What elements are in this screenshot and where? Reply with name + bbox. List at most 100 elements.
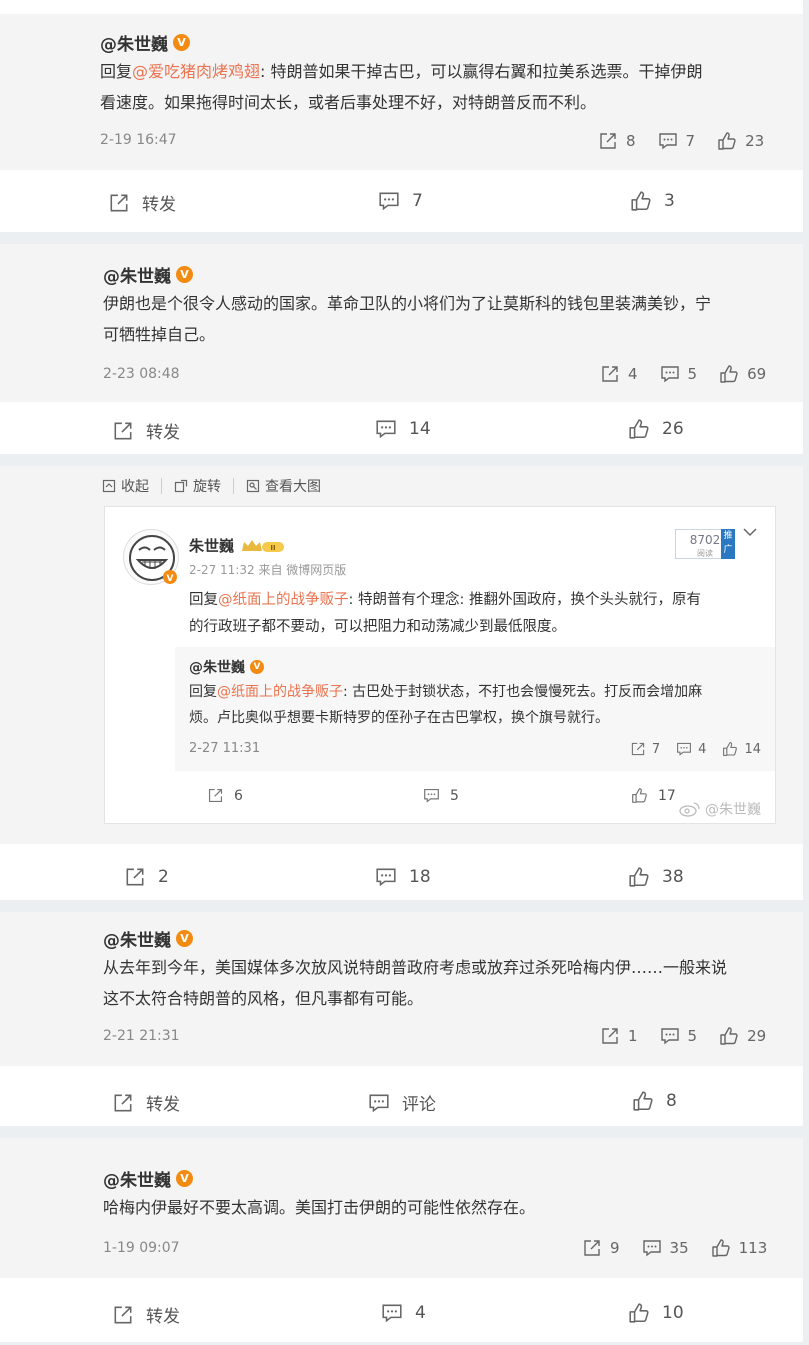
repost-count[interactable]: 9 <box>582 1238 620 1258</box>
repost-button[interactable]: 转发 <box>112 418 180 443</box>
author-name[interactable]: @朱世巍 V <box>103 1166 193 1191</box>
like-button[interactable]: 8 <box>632 1090 677 1112</box>
comment-text-line2: 可牺牲掉自己。 <box>103 325 216 344</box>
embedded-screenshot-image[interactable]: V 朱世巍 II 2-27 11:32 来自 微博网页版 8702 阅读 推广 … <box>104 506 776 824</box>
comment-timestamp: 2-21 21:31 <box>103 1028 180 1044</box>
thumbs-up-icon <box>630 190 652 212</box>
thumbs-up-icon <box>628 1302 650 1324</box>
comment-number: 7 <box>685 132 696 150</box>
comment-count[interactable]: 7 <box>658 131 696 151</box>
embed-like: 17 <box>631 787 676 804</box>
like-count: 14 <box>722 741 761 757</box>
repost-count[interactable]: 8 <box>598 131 636 151</box>
comment-icon <box>658 131 678 151</box>
repost-button[interactable]: 转发 <box>112 1302 180 1327</box>
svg-text:II: II <box>270 544 275 552</box>
quoted-author: @朱世巍 V <box>189 657 264 677</box>
comment-text: 伊朗也是个很令人感动的国家。革命卫队的小将们为了让莫斯科的钱包里装满美钞，宁 可… <box>103 288 793 350</box>
view-large-button[interactable]: 查看大图 <box>246 476 321 496</box>
repost-icon <box>112 1092 134 1114</box>
embed-comment-number: 5 <box>450 787 459 804</box>
comment-icon <box>660 1026 680 1046</box>
smiley-face-icon: V <box>129 535 177 584</box>
author-link[interactable]: @朱世巍 <box>103 262 171 287</box>
comment-label: 评论 <box>402 1095 436 1115</box>
collapse-label: 收起 <box>121 479 149 495</box>
like-number: 23 <box>745 132 765 150</box>
reply-prefix: 回复 <box>100 62 133 81</box>
comment-button[interactable]: 7 <box>378 190 423 212</box>
mention-link: @纸面上的战争贩子 <box>217 684 343 700</box>
repost-label: 转发 <box>142 195 176 215</box>
comment-icon <box>375 418 397 440</box>
comment-card-4: @朱世巍 V 哈梅内伊最好不要太高调。美国打击伊朗的可能性依然存在。 1-19 … <box>0 1138 803 1342</box>
quoted-timestamp: 2-27 11:31 <box>189 741 261 756</box>
repost-label: 转发 <box>146 1095 180 1115</box>
collapse-button[interactable]: 收起 <box>102 476 149 496</box>
comment-timestamp: 1-19 09:07 <box>103 1240 180 1256</box>
verified-badge-icon: V <box>176 930 193 947</box>
repost-button[interactable]: 2 <box>124 866 169 888</box>
comment-text-line1: : 特朗普如果干掉古巴，可以赢得右翼和拉美系选票。干掉伊朗 <box>260 62 703 81</box>
view-large-label: 查看大图 <box>265 479 321 495</box>
repost-count[interactable]: 4 <box>600 364 638 384</box>
comment-label: 7 <box>412 191 423 211</box>
comment-button[interactable]: 14 <box>375 418 431 440</box>
comment-count[interactable]: 35 <box>642 1238 689 1258</box>
comment-count[interactable]: 5 <box>660 1026 697 1046</box>
author-name[interactable]: @朱世巍 V <box>103 262 193 287</box>
repost-count: 7 <box>630 741 660 757</box>
like-number: 113 <box>738 1239 768 1257</box>
repost-icon <box>600 364 620 384</box>
thumbs-up-icon <box>631 787 648 804</box>
comment-timestamp: 2-19 16:47 <box>100 132 177 148</box>
author-link[interactable]: @朱世巍 <box>103 926 171 951</box>
like-button[interactable]: 38 <box>628 866 684 888</box>
toolbar-divider <box>233 478 234 494</box>
author-link[interactable]: @朱世巍 <box>100 30 168 55</box>
collapse-icon <box>102 479 116 493</box>
embed-text: 回复@纸面上的战争贩子: 特朗普有个理念: 推翻外国政府，换个头头就行，原有 的… <box>189 587 761 641</box>
repost-label: 转发 <box>146 1307 180 1327</box>
comment-count[interactable]: 5 <box>660 364 698 384</box>
like-button[interactable]: 26 <box>628 418 684 440</box>
comment-text-line2: 看速度。如果拖得时间太长，或者后事处理不好，对特朗普反而不利。 <box>100 93 597 112</box>
repost-button[interactable]: 转发 <box>112 1090 180 1115</box>
like-button[interactable]: 10 <box>628 1302 684 1324</box>
embed-author-name: 朱世巍 II <box>189 535 286 556</box>
author-name[interactable]: @朱世巍 V <box>103 926 193 951</box>
like-count[interactable]: 113 <box>711 1238 768 1258</box>
like-button[interactable]: 3 <box>630 190 675 212</box>
comment-button[interactable]: 18 <box>375 866 431 888</box>
like-count[interactable]: 23 <box>717 131 764 151</box>
thumbs-up-icon <box>719 364 739 384</box>
author-link[interactable]: @朱世巍 <box>103 1166 171 1191</box>
comment-icon <box>378 190 400 212</box>
reply-prefix: 回复 <box>189 684 217 700</box>
embed-text-line2: 的行政班子都不要动，可以把阻力和动荡减少到最低限度。 <box>189 619 566 635</box>
comment-stats: 9 35 113 <box>582 1238 767 1258</box>
mention-link[interactable]: @爱吃猪肉烤鸡翅 <box>132 62 260 81</box>
like-count[interactable]: 29 <box>719 1026 766 1046</box>
chevron-down-icon <box>743 525 757 541</box>
author-name[interactable]: @朱世巍 V <box>100 30 190 55</box>
repost-icon <box>600 1026 620 1046</box>
comment-icon <box>660 364 680 384</box>
comment-text-line1: 从去年到今年，美国媒体多次放风说特朗普政府考虑或放弃过杀死哈梅内伊……一般来说 <box>103 958 728 977</box>
rotate-button[interactable]: 旋转 <box>174 476 221 496</box>
repost-count[interactable]: 1 <box>600 1026 638 1046</box>
comment-number: 4 <box>698 741 707 757</box>
comment-stats: 8 7 23 <box>598 131 764 151</box>
rotate-label: 旋转 <box>193 479 221 495</box>
like-number: 14 <box>744 741 761 757</box>
repost-icon <box>112 420 134 442</box>
repost-icon <box>630 741 646 757</box>
comment-number: 5 <box>687 365 698 383</box>
like-count[interactable]: 69 <box>719 364 766 384</box>
comment-icon <box>375 866 397 888</box>
repost-button[interactable]: 转发 <box>108 190 176 215</box>
quoted-author-text: @朱世巍 <box>189 660 245 676</box>
embed-comment: 5 <box>423 787 459 804</box>
comment-button[interactable]: 4 <box>381 1302 426 1324</box>
comment-button[interactable]: 评论 <box>368 1090 436 1115</box>
